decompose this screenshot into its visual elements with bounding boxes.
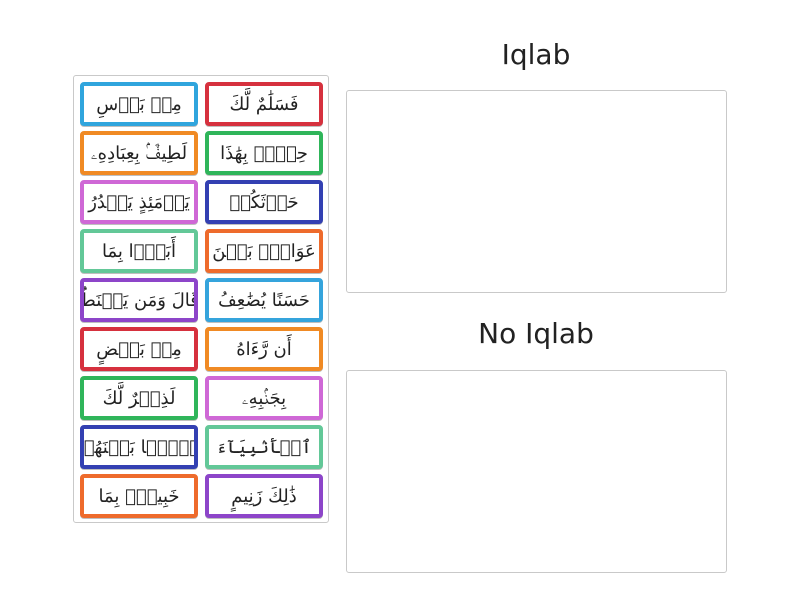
drag-card[interactable]: حَرۡثَكُمۡ — [205, 180, 323, 224]
group-title-iqlab: Iqlab — [501, 38, 571, 71]
drag-card[interactable]: ذَٰلِكَ زَنِيمٍ — [205, 474, 323, 518]
drag-card[interactable]: بَغۡيًۢا بَيۡنَهُمۡ — [80, 425, 198, 469]
group-title-no-iqlab: No Iqlab — [478, 317, 594, 350]
drag-card[interactable]: عَوَانٌۢ بَيۡنَ — [205, 229, 323, 273]
drag-card[interactable]: حَسَنًا يُضَٰعِفُ — [205, 278, 323, 322]
drag-card[interactable]: خَبِيرٌۢ بِمَا — [80, 474, 198, 518]
drag-card[interactable]: ٱلۡأَنۢبِيَآءَ — [205, 425, 323, 469]
drop-zone-no-iqlab[interactable] — [346, 370, 727, 573]
drag-card[interactable]: أَن رَّءَاهُ — [205, 327, 323, 371]
drag-card[interactable]: بِجَنۢبِهِۦ — [205, 376, 323, 420]
drag-card[interactable]: قَالَ وَمَن يَقۡنَطُ — [80, 278, 198, 322]
drag-card[interactable]: يَوۡمَئِذٍ يَصۡدُرُ — [80, 180, 198, 224]
drag-card[interactable]: فَسَلَٰمٌ لَّكَ — [205, 82, 323, 126]
drag-card[interactable]: حِلٌّۢ بِهَٰذَا — [205, 131, 323, 175]
drag-card[interactable]: لَطِيفٌۢ بِعِبَادِهِۦ — [80, 131, 198, 175]
drag-card[interactable]: مِنۢ بَأۡسِ — [80, 82, 198, 126]
drag-card[interactable]: لَذِكۡرٌ لَّكَ — [80, 376, 198, 420]
drag-card[interactable]: مِنۢ بَعۡضٍ — [80, 327, 198, 371]
drag-card[interactable]: أَبَدًۢا بِمَا — [80, 229, 198, 273]
drop-zone-iqlab[interactable] — [346, 90, 727, 293]
card-tray: فَسَلَٰمٌ لَّكَ مِنۢ بَأۡسِ حِلٌّۢ بِهَٰ… — [73, 75, 329, 523]
